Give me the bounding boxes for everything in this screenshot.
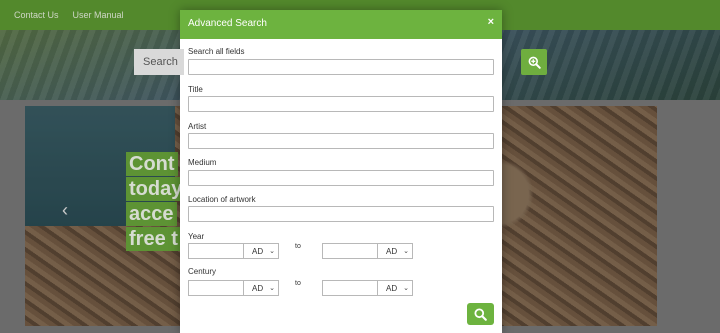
century-to-input[interactable]	[322, 280, 378, 296]
medium-label: Medium	[188, 158, 217, 167]
century-from-era-select[interactable]: AD ⌄	[243, 280, 279, 296]
modal-header: Advanced Search ×	[180, 10, 502, 39]
search-all-input[interactable]	[188, 59, 494, 75]
year-to-input[interactable]	[322, 243, 378, 259]
year-label: Year	[188, 232, 205, 241]
century-label: Century	[188, 267, 217, 276]
search-icon	[474, 307, 487, 321]
hero-search-input[interactable]: Search	[134, 49, 184, 75]
century-to-era-value: AD	[386, 283, 398, 293]
close-icon[interactable]: ×	[488, 16, 494, 28]
chevron-down-icon: ⌄	[269, 248, 275, 255]
title-label: Title	[188, 85, 203, 94]
advanced-search-modal: Advanced Search × Search all fields Titl…	[180, 10, 502, 333]
title-input[interactable]	[188, 96, 494, 112]
hero-zoom-button[interactable]	[521, 49, 547, 75]
medium-input[interactable]	[188, 170, 494, 186]
advanced-search-submit-button[interactable]	[467, 303, 494, 325]
search-all-label: Search all fields	[188, 47, 245, 56]
chevron-down-icon: ⌄	[403, 285, 409, 292]
chevron-down-icon: ⌄	[403, 248, 409, 255]
century-from-input[interactable]	[188, 280, 244, 296]
artist-input[interactable]	[188, 133, 494, 149]
zoom-in-icon	[528, 56, 541, 69]
year-from-era-select[interactable]: AD ⌄	[243, 243, 279, 259]
location-label: Location of artwork	[188, 195, 256, 204]
year-from-input[interactable]	[188, 243, 244, 259]
century-to-label: to	[295, 280, 301, 287]
year-to-era-select[interactable]: AD ⌄	[377, 243, 413, 259]
modal-title: Advanced Search	[188, 18, 267, 29]
century-from-era-value: AD	[252, 283, 264, 293]
location-input[interactable]	[188, 206, 494, 222]
chevron-down-icon: ⌄	[269, 285, 275, 292]
year-to-label: to	[295, 243, 301, 250]
year-to-era-value: AD	[386, 246, 398, 256]
century-to-era-select[interactable]: AD ⌄	[377, 280, 413, 296]
artist-label: Artist	[188, 122, 207, 131]
year-from-era-value: AD	[252, 246, 264, 256]
